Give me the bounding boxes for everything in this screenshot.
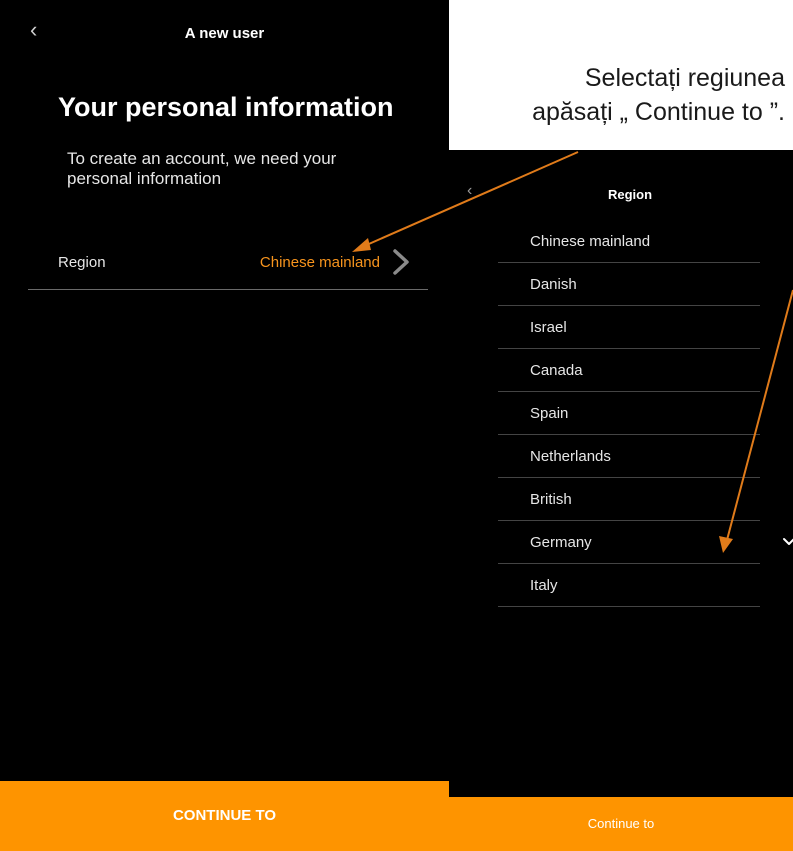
callout-line-1: Selectați regiunea	[584, 64, 785, 92]
instruction-callout: Selectați regiunea apăsați „ Continue to…	[449, 62, 793, 150]
region-item-label: Canada	[530, 362, 583, 379]
region-item-label: Germany	[530, 534, 592, 551]
region-item-label: Israel	[530, 319, 567, 336]
callout-line-2: apăsați „ Continue to ”.	[532, 98, 785, 126]
region-list: Chinese mainland Danish Israel Canada Sp…	[498, 220, 793, 607]
region-label: Region	[58, 254, 106, 271]
region-item-label: Danish	[530, 276, 577, 293]
screen-title: A new user	[184, 25, 265, 42]
personal-info-screen: ‹ A new user Your personal information T…	[0, 0, 449, 851]
region-item[interactable]: Netherlands	[498, 435, 760, 478]
region-item[interactable]: Spain	[498, 392, 760, 435]
region-item[interactable]: British	[498, 478, 760, 521]
region-item-label: British	[530, 491, 572, 508]
region-item-label: Chinese mainland	[530, 233, 651, 250]
continue-to-button[interactable]: Continue to	[449, 797, 793, 851]
region-item[interactable]: Chinese mainland	[498, 220, 760, 263]
continue-button[interactable]: CONTINUE TO	[0, 781, 449, 851]
chevron-right-icon	[393, 249, 409, 275]
region-item-label: Spain	[530, 405, 569, 422]
region-item[interactable]: Italy	[498, 564, 760, 607]
region-value: Chinese mainland	[259, 254, 380, 271]
page-description: To create an account, we need your perso…	[67, 149, 337, 188]
region-item[interactable]: Canada	[498, 349, 760, 392]
region-item[interactable]: Israel	[498, 306, 760, 349]
region-select-screen: ‹ Region Chinese mainland Danish Israel …	[449, 150, 793, 851]
region-item-label: Italy	[530, 577, 558, 594]
region-screen-title: Region	[607, 187, 653, 202]
page-heading: Your personal information	[58, 92, 394, 122]
region-item-selected[interactable]: Germany	[498, 521, 793, 564]
checkmark-icon	[783, 538, 793, 545]
region-row[interactable]: Region Chinese mainland	[28, 240, 428, 290]
region-item-label: Netherlands	[530, 448, 611, 465]
region-item[interactable]: Danish	[498, 263, 760, 306]
